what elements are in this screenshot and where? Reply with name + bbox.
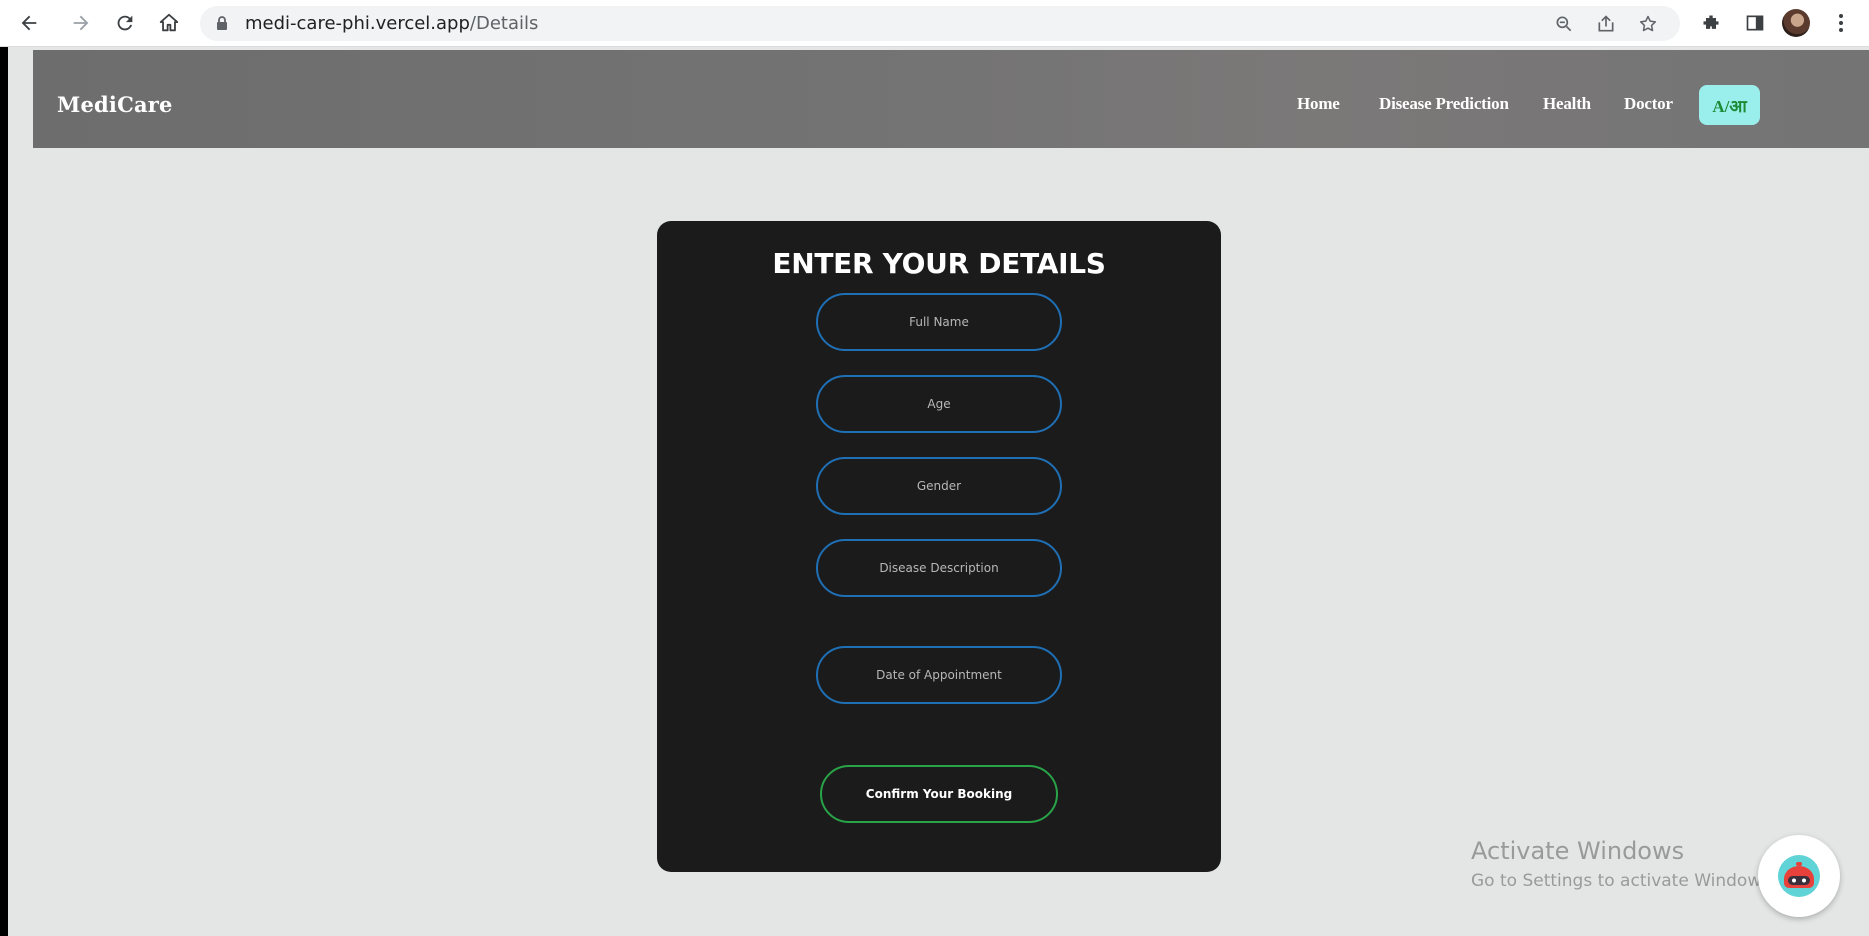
nav-disease-prediction[interactable]: Disease Prediction: [1379, 94, 1509, 114]
confirm-booking-button[interactable]: Confirm Your Booking: [820, 765, 1058, 823]
url-host: medi-care-phi.vercel.app: [245, 13, 470, 34]
bookmark-star-icon[interactable]: [1634, 10, 1662, 38]
reload-icon[interactable]: [110, 8, 140, 38]
back-icon[interactable]: [14, 8, 44, 38]
watermark-title: Activate Windows: [1471, 837, 1685, 865]
watermark-subtitle: Go to Settings to activate Windows.: [1471, 871, 1776, 891]
form-title: ENTER YOUR DETAILS: [772, 247, 1106, 280]
activate-windows-watermark: Activate Windows Go to Settings to activ…: [1471, 837, 1776, 891]
address-bar[interactable]: medi-care-phi.vercel.app/Details: [200, 6, 1680, 41]
age-input[interactable]: [816, 375, 1062, 433]
chatbot-button[interactable]: [1758, 835, 1840, 917]
brand-logo[interactable]: MediCare: [57, 92, 173, 117]
page-viewport: MediCare Home Disease Prediction Health …: [8, 47, 1869, 936]
forward-icon[interactable]: [66, 8, 96, 38]
extensions-icon[interactable]: [1696, 8, 1726, 38]
date-of-appointment-input[interactable]: [816, 646, 1062, 704]
chatbot-icon: [1778, 855, 1820, 897]
share-icon[interactable]: [1592, 10, 1620, 38]
language-toggle-button[interactable]: A/आ: [1699, 85, 1760, 125]
profile-avatar[interactable]: [1782, 9, 1810, 37]
url-path: /Details: [469, 13, 539, 34]
nav-home[interactable]: Home: [1297, 94, 1340, 114]
browser-toolbar: medi-care-phi.vercel.app/Details: [0, 0, 1869, 47]
details-form-card: ENTER YOUR DETAILS Confirm Your Booking: [657, 221, 1221, 872]
lock-icon: [217, 16, 227, 30]
home-icon[interactable]: [154, 8, 184, 38]
nav-doctor[interactable]: Doctor: [1624, 94, 1673, 114]
kebab-menu-icon[interactable]: [1826, 8, 1856, 38]
disease-description-input[interactable]: [816, 539, 1062, 597]
full-name-input[interactable]: [816, 293, 1062, 351]
side-panel-icon[interactable]: [1740, 8, 1770, 38]
gender-input[interactable]: [816, 457, 1062, 515]
zoom-icon[interactable]: [1550, 10, 1578, 38]
url-text: medi-care-phi.vercel.app/Details: [245, 13, 538, 34]
site-navbar: MediCare Home Disease Prediction Health …: [33, 50, 1869, 148]
nav-health[interactable]: Health: [1543, 94, 1591, 114]
